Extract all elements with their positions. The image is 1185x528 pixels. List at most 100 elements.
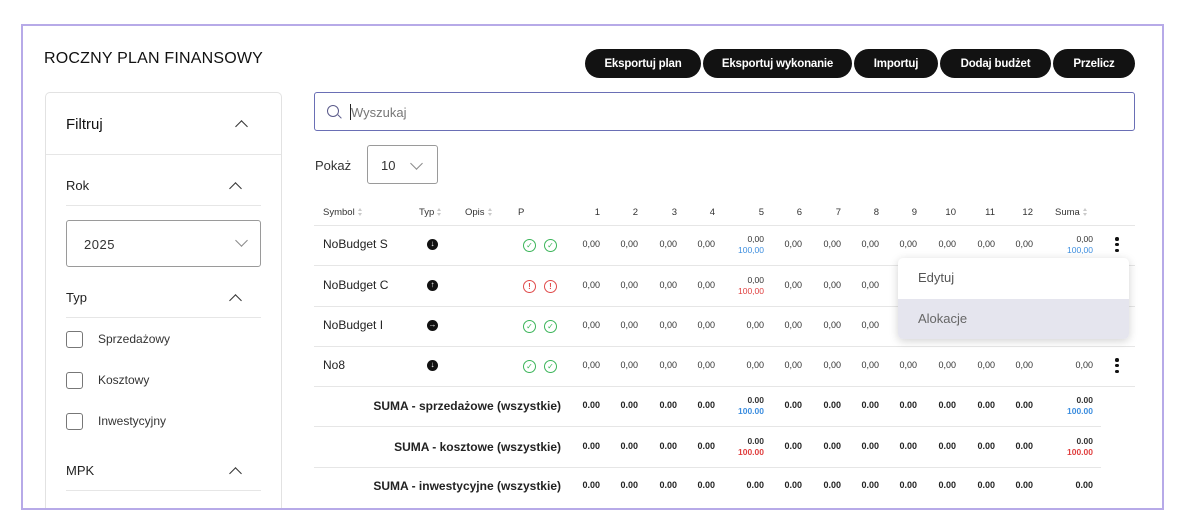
menu-item-edit[interactable]: Edytuj (898, 258, 1129, 298)
check-circle-icon: ✓ (523, 320, 536, 333)
summary-cell: 0.00 (620, 441, 638, 451)
page-size-select[interactable]: 10 (367, 145, 438, 184)
menu-item-allocations[interactable]: Alokacje (898, 299, 1129, 339)
more-options-icon[interactable] (1115, 237, 1119, 253)
chevron-up-icon[interactable] (229, 182, 242, 195)
summary-label: SUMA - sprzedażowe (wszystkie) (373, 399, 561, 413)
arrow-right-circle-icon (427, 319, 438, 331)
search-input[interactable] (351, 102, 1051, 122)
type-option-cost[interactable]: Kosztowy (66, 370, 149, 390)
column-header-description[interactable]: Opis (465, 207, 493, 218)
cell-sub-value: 100,00 (738, 286, 764, 296)
column-header-symbol[interactable]: Symbol (323, 207, 363, 218)
column-header-type[interactable]: Typ (419, 207, 442, 218)
cell-value: 0,00 (697, 320, 715, 330)
summary-cell: 0.00 (1015, 441, 1033, 451)
filter-header[interactable]: Filtruj (46, 93, 281, 155)
column-header-month: 4 (709, 207, 715, 218)
cell-value: 0,00 (697, 280, 715, 290)
cell-value: 0,00 (823, 280, 841, 290)
export-plan-button[interactable]: Eksportuj plan (585, 49, 701, 78)
cell-value: 0,00 (582, 320, 600, 330)
summary-cell: 0.00 (784, 480, 802, 490)
summary-cell: 0.00 (659, 441, 677, 451)
row-divider (314, 346, 1135, 347)
cell-value: 0,00 (582, 360, 600, 370)
page-size-value: 10 (381, 158, 396, 173)
checkbox[interactable] (66, 330, 83, 348)
summary-cell: 0.00 (784, 441, 802, 451)
row-symbol[interactable]: NoBudget S (323, 237, 388, 251)
cell-value: 0,00 (899, 239, 917, 249)
cell-value: 0,00 (861, 320, 879, 330)
year-value: 2025 (84, 237, 115, 252)
year-select[interactable]: 2025 (66, 220, 261, 267)
summary-cell: 0.00 (620, 480, 638, 490)
sum-sub-value: 100.00 (1067, 447, 1093, 457)
chevron-up-icon[interactable] (235, 120, 248, 133)
cell-value: 0,00 (784, 239, 802, 249)
show-label: Pokaż (315, 158, 352, 173)
cell-value: 0,00 (697, 360, 715, 370)
filter-panel: Filtruj Rok 2025 Typ Sprzedażowy Kosztow… (45, 92, 282, 508)
cell-value: 0,00 (747, 234, 764, 244)
cell-value: 0,00 (1015, 239, 1033, 249)
divider (66, 490, 261, 491)
chevron-up-icon[interactable] (229, 467, 242, 480)
summary-cell: 0.00 (823, 441, 841, 451)
type-label: Typ (66, 290, 87, 305)
column-header-sum[interactable]: Suma (1055, 207, 1088, 218)
alert-circle-icon: ! (544, 280, 557, 293)
row-symbol[interactable]: No8 (323, 358, 345, 372)
cell-value: 0,00 (784, 280, 802, 290)
summary-label: SUMA - kosztowe (wszystkie) (394, 440, 561, 454)
summary-sum: 0.00 100.00 (1053, 436, 1093, 458)
column-header-month: 11 (985, 207, 995, 218)
row-symbol[interactable]: NoBudget I (323, 318, 383, 332)
column-header-month: 3 (671, 207, 677, 218)
sort-icon (357, 208, 363, 216)
cell-value: 0,00 (784, 320, 802, 330)
sum-sub-value: 100,00 (1067, 245, 1093, 255)
summary-cell: 0.00 (784, 400, 802, 410)
export-execution-button[interactable]: Eksportuj wykonanie (703, 49, 852, 78)
summary-sum: 0.00 (1075, 480, 1093, 490)
page-title: ROCZNY PLAN FINANSOWY (44, 50, 264, 67)
row-symbol[interactable]: NoBudget C (323, 278, 388, 292)
summary-cell: 0.00 (1015, 480, 1033, 490)
cell-value: 0,00 (977, 239, 995, 249)
chevron-up-icon[interactable] (229, 294, 242, 307)
summary-cell: 0.00 (1015, 400, 1033, 410)
column-header-month: 6 (796, 207, 802, 218)
add-budget-button[interactable]: Dodaj budżet (940, 49, 1051, 78)
summary-cell: 0.00 (977, 480, 995, 490)
cell-sub-value: 100,00 (738, 245, 764, 255)
summary-cell: 0.00 (746, 480, 764, 490)
year-label: Rok (66, 178, 90, 193)
cell-value: 0,00 (1015, 360, 1033, 370)
import-button[interactable]: Importuj (854, 49, 938, 78)
check-circle-icon: ✓ (544, 360, 557, 373)
row-divider (314, 386, 1135, 387)
header-label: Typ (419, 207, 435, 218)
type-option-investment[interactable]: Inwestycyjny (66, 411, 166, 431)
arrow-down-circle-icon (427, 359, 438, 371)
summary-cell: 0.00 (861, 480, 879, 490)
arrow-down-circle-icon (427, 238, 438, 250)
column-header-month: 1 (594, 207, 600, 218)
checkbox[interactable] (66, 371, 83, 389)
cell-value: 0,00 (659, 280, 677, 290)
type-option-sales[interactable]: Sprzedażowy (66, 329, 170, 349)
more-options-icon[interactable] (1115, 358, 1119, 374)
app-frame: ROCZNY PLAN FINANSOWY Eksportuj plan Eks… (21, 24, 1164, 510)
checkbox[interactable] (66, 412, 83, 430)
cell-sub-value: 100.00 (738, 447, 764, 457)
summary-cell: 0.00 (938, 441, 956, 451)
column-header-month: 9 (911, 207, 917, 218)
recalculate-button[interactable]: Przelicz (1053, 49, 1135, 78)
check-circle-icon: ✓ (544, 320, 557, 333)
sum-value: 0,00 (1076, 234, 1093, 244)
column-header-month: 12 (1022, 207, 1033, 218)
search-box[interactable] (314, 92, 1135, 131)
cell-value: 0,00 (861, 280, 879, 290)
